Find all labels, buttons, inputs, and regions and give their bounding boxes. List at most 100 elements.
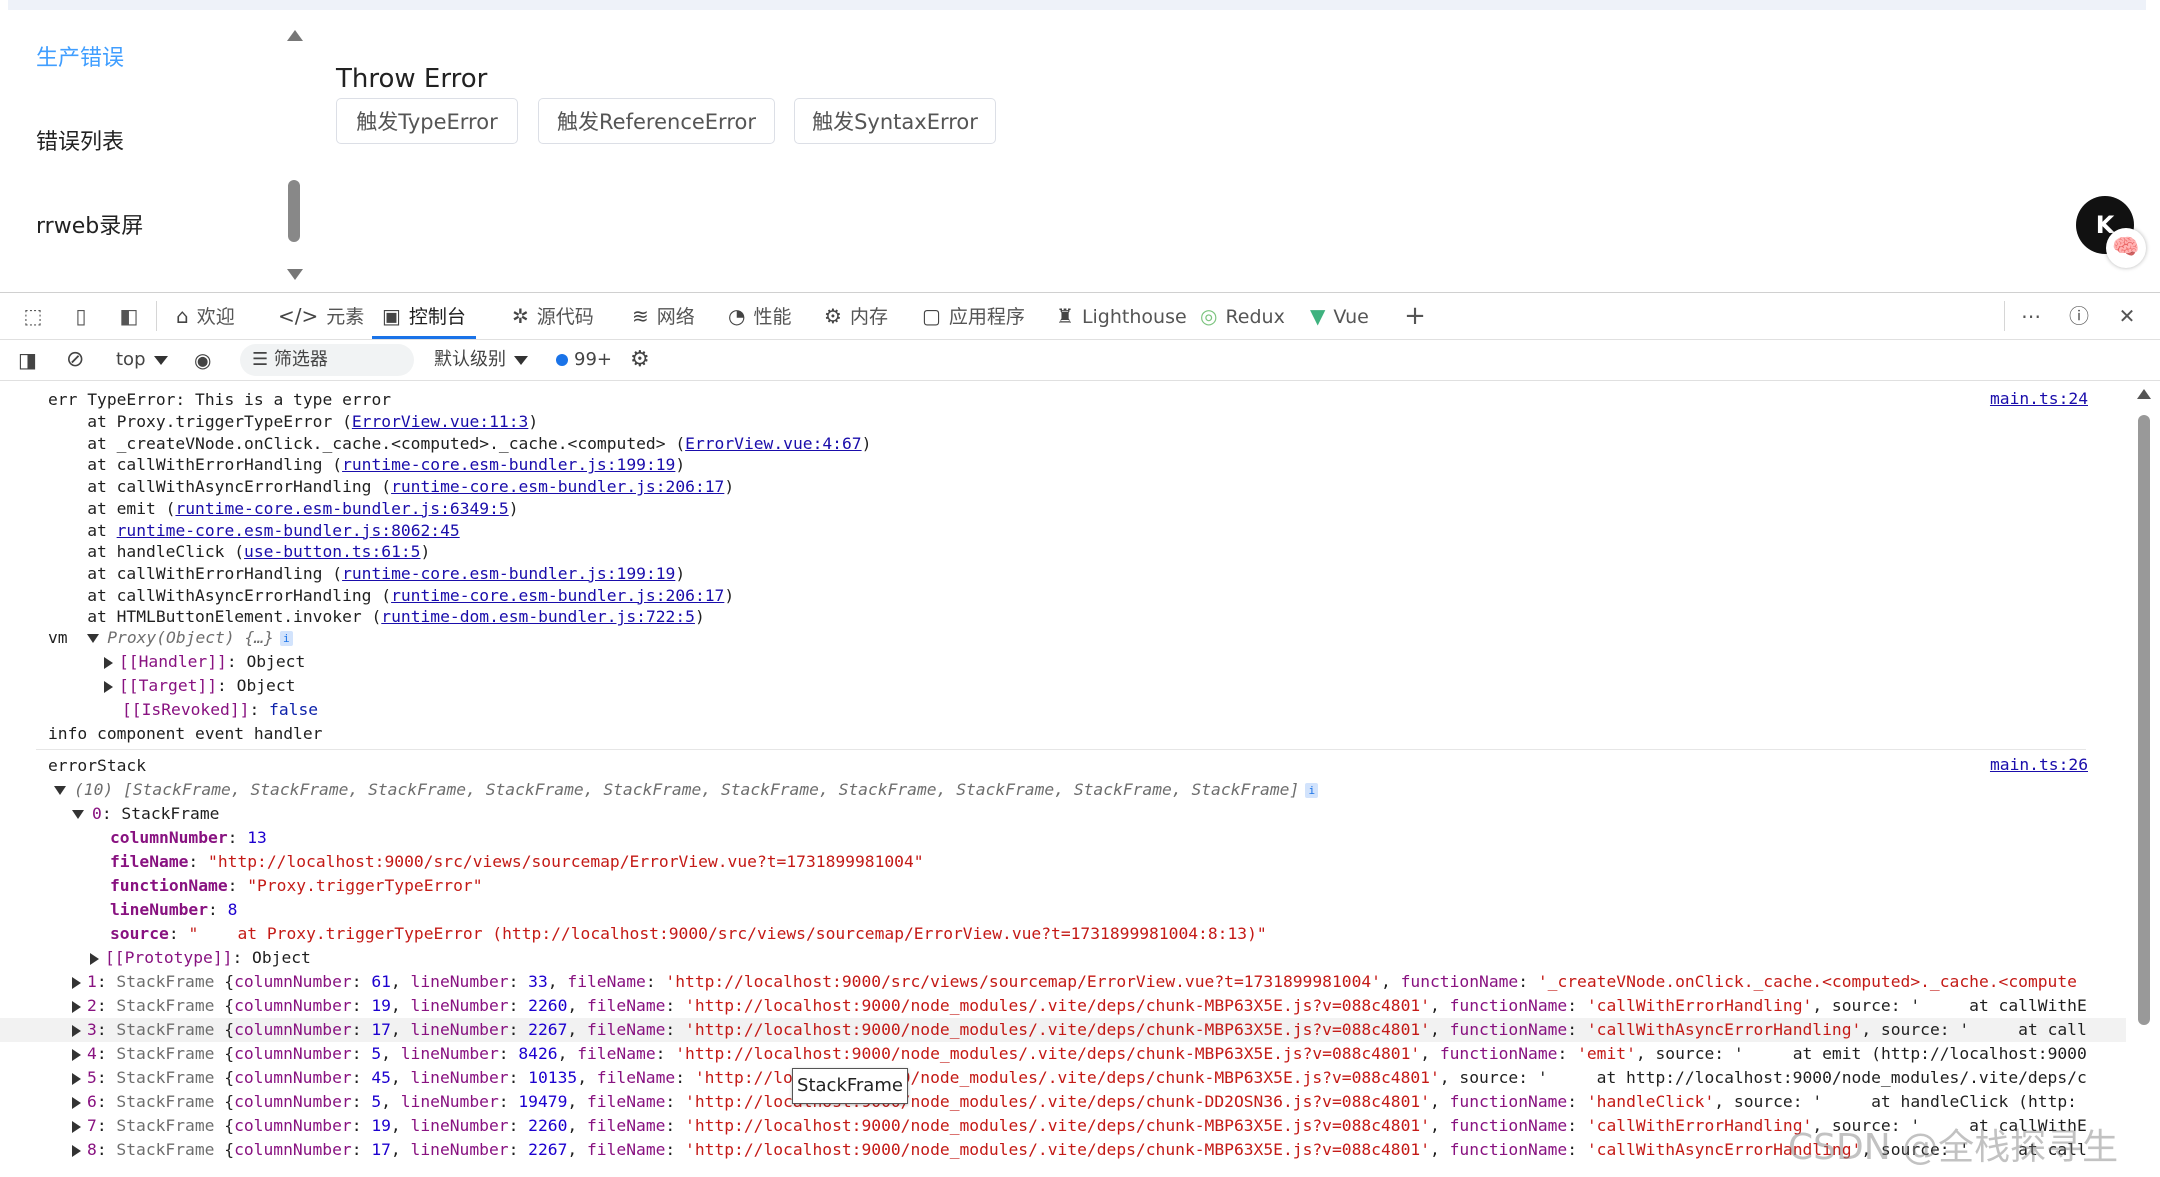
expand-triangle-icon[interactable]	[87, 634, 100, 643]
more-icon[interactable]: ⋯	[2016, 301, 2046, 331]
stack-frame-link[interactable]: ErrorView.vue:11:3	[352, 412, 528, 431]
stack-frame-link[interactable]: runtime-core.esm-bundler.js:206:17	[391, 586, 724, 605]
stack-frame-link[interactable]: runtime-core.esm-bundler.js:206:17	[391, 477, 724, 496]
scroll-thumb[interactable]	[288, 180, 300, 242]
code-icon: </>	[278, 304, 319, 328]
stack-frame-line: at callWithAsyncErrorHandling (runtime-c…	[48, 477, 735, 497]
collapse-triangle-icon[interactable]	[72, 1096, 81, 1109]
stackframe-row[interactable]: 6: StackFrame {columnNumber: 5, lineNumb…	[72, 1091, 2077, 1113]
tab-application[interactable]: ▢ 应用程序	[922, 293, 1025, 339]
vm-row[interactable]: vm Proxy(Object) {…} i	[48, 627, 293, 649]
close-icon[interactable]: ✕	[2112, 301, 2142, 331]
tab-memory[interactable]: ⚙ 内存	[824, 293, 888, 339]
tab-performance[interactable]: ◔ 性能	[728, 293, 791, 339]
stackframe-row[interactable]: 1: StackFrame {columnNumber: 61, lineNum…	[72, 971, 2077, 993]
collapse-triangle-icon[interactable]	[72, 1048, 81, 1061]
brain-icon[interactable]: 🧠	[2106, 228, 2146, 268]
info-icon: i	[1305, 783, 1319, 798]
tab-network[interactable]: ≋ 网络	[632, 293, 695, 339]
scroll-up-arrow-icon[interactable]	[287, 30, 303, 41]
inspect-icon[interactable]: ⬚	[18, 301, 48, 331]
prototype-row[interactable]: [[Prototype]]: Object	[90, 947, 311, 969]
issues-badge[interactable]: 99+	[556, 345, 612, 375]
trigger-typeerror-button[interactable]: 触发TypeError	[336, 98, 518, 144]
collapse-triangle-icon[interactable]	[72, 1000, 81, 1013]
source-link-main-26[interactable]: main.ts:26	[1990, 755, 2088, 774]
stackframe-row[interactable]: 8: StackFrame {columnNumber: 17, lineNum…	[72, 1139, 2087, 1161]
collapse-triangle-icon[interactable]	[72, 1120, 81, 1133]
stack-frame-line: at HTMLButtonElement.invoker (runtime-do…	[48, 607, 705, 627]
help-icon[interactable]: ⓘ	[2064, 301, 2094, 331]
filter-input[interactable]: ☰ 筛选器	[240, 344, 414, 376]
stack-frame-line: at callWithErrorHandling (runtime-core.e…	[48, 563, 686, 583]
stackframe-0-row[interactable]: 0: StackFrame	[72, 803, 219, 825]
stack-frame-line: at _createVNode.onClick._cache.<computed…	[48, 433, 872, 453]
live-expression-eye-icon[interactable]: ◉	[194, 345, 211, 375]
collapse-triangle-icon[interactable]	[72, 1024, 81, 1037]
stackframe-prop-fileName: fileName: "http://localhost:9000/src/vie…	[110, 852, 924, 871]
tab-console[interactable]: ▣ 控制台	[372, 293, 476, 339]
devtools-tab-bar: ⬚ ▯ ◧ ⌂ 欢迎 </> 元素 ▣ 控制台 ✲ 源代码 ≋ 网络 ◔ 性能 ⚙ 内存 ▢ 应…	[0, 293, 2160, 340]
tab-vue[interactable]: ▼ Vue	[1310, 293, 1369, 339]
collapse-triangle-icon[interactable]	[72, 1144, 81, 1157]
stack-frame-link[interactable]: runtime-core.esm-bundler.js:8062:45	[117, 521, 460, 540]
source-link-main-24[interactable]: main.ts:24	[1990, 389, 2088, 408]
stack-frame-link[interactable]: use-button.ts:61:5	[244, 542, 420, 561]
trigger-syntaxerror-button[interactable]: 触发SyntaxError	[794, 98, 996, 144]
console-scrollbar[interactable]	[2130, 381, 2156, 1177]
console-toolbar: ◨ ⊘ top ◉ ☰ 筛选器 默认级别 99+ ⚙	[0, 340, 2160, 381]
expand-triangle-icon[interactable]	[72, 810, 84, 819]
context-selector[interactable]: top	[116, 345, 168, 375]
menu-item-production-error[interactable]: 生产错误	[36, 40, 124, 72]
trigger-referenceerror-button[interactable]: 触发ReferenceError	[538, 98, 775, 144]
collapse-triangle-icon[interactable]	[72, 1072, 81, 1085]
stack-frame-link[interactable]: runtime-core.esm-bundler.js:199:19	[342, 455, 675, 474]
stack-frame-link[interactable]: runtime-dom.esm-bundler.js:722:5	[381, 607, 695, 626]
filter-icon: ☰	[252, 349, 269, 370]
device-toolbar-icon[interactable]: ▯	[66, 301, 96, 331]
stackframe-row[interactable]: 5: StackFrame {columnNumber: 45, lineNum…	[72, 1067, 2087, 1089]
menu-scrollbar[interactable]	[284, 26, 306, 280]
stack-frame-link[interactable]: runtime-core.esm-bundler.js:199:19	[342, 564, 675, 583]
array-summary-row[interactable]: (10) [StackFrame, StackFrame, StackFrame…	[54, 779, 1319, 801]
stackframe-prop-lineNumber: lineNumber: 8	[110, 900, 238, 919]
tab-redux[interactable]: ◎ Redux	[1200, 293, 1285, 339]
tab-welcome[interactable]: ⌂ 欢迎	[176, 293, 235, 339]
collapse-triangle-icon[interactable]	[104, 656, 113, 669]
collapse-triangle-icon[interactable]	[72, 976, 81, 989]
console-settings-gear-icon[interactable]: ⚙	[630, 345, 650, 375]
stackframe-row[interactable]: 3: StackFrame {columnNumber: 17, lineNum…	[72, 1019, 2087, 1041]
target-row[interactable]: [[Target]]: Object	[104, 675, 295, 697]
menu-item-rrweb[interactable]: rrweb录屏	[36, 208, 143, 240]
stackframe-row[interactable]: 2: StackFrame {columnNumber: 19, lineNum…	[72, 995, 2087, 1017]
handler-row[interactable]: [[Handler]]: Object	[104, 651, 305, 673]
stackframe-row[interactable]: 4: StackFrame {columnNumber: 5, lineNumb…	[72, 1043, 2087, 1065]
bug-icon: ✲	[512, 304, 529, 328]
scroll-thumb[interactable]	[2138, 415, 2150, 1025]
errorstack-label: errorStack	[48, 756, 147, 775]
stack-frame-link[interactable]: ErrorView.vue:4:67	[685, 434, 861, 453]
console-icon: ▣	[382, 304, 401, 328]
collapse-triangle-icon[interactable]	[90, 952, 99, 965]
chevron-down-icon	[153, 355, 168, 365]
console-output[interactable]: main.ts:24 err TypeError: This is a type…	[0, 381, 2126, 1177]
scroll-down-arrow-icon[interactable]	[287, 269, 303, 280]
tab-lighthouse[interactable]: ♜ Lighthouse	[1056, 293, 1187, 339]
stackframe-row[interactable]: 7: StackFrame {columnNumber: 19, lineNum…	[72, 1115, 2087, 1137]
tab-elements[interactable]: </> 元素	[278, 293, 364, 339]
tab-sources[interactable]: ✲ 源代码	[512, 293, 594, 339]
stack-frame-link[interactable]: runtime-core.esm-bundler.js:6349:5	[175, 499, 508, 518]
dock-icon[interactable]: ◧	[114, 301, 144, 331]
stackframe-prop-functionName: functionName: "Proxy.triggerTypeError"	[110, 876, 483, 895]
app-page: 生产错误 错误列表 rrweb录屏 Throw Error 触发TypeErro…	[0, 0, 2160, 290]
collapse-triangle-icon[interactable]	[104, 680, 113, 693]
clear-console-icon[interactable]: ⊘	[66, 345, 84, 375]
chevron-down-icon	[514, 355, 528, 365]
menu-item-error-list[interactable]: 错误列表	[36, 124, 124, 156]
add-tab-icon[interactable]: +	[1400, 301, 1430, 331]
expand-triangle-icon[interactable]	[54, 786, 66, 795]
sidebar-toggle-icon[interactable]: ◨	[18, 345, 37, 375]
scroll-up-arrow-icon[interactable]	[2137, 389, 2151, 399]
lighthouse-icon: ♜	[1056, 304, 1074, 328]
log-level-selector[interactable]: 默认级别	[434, 345, 528, 375]
